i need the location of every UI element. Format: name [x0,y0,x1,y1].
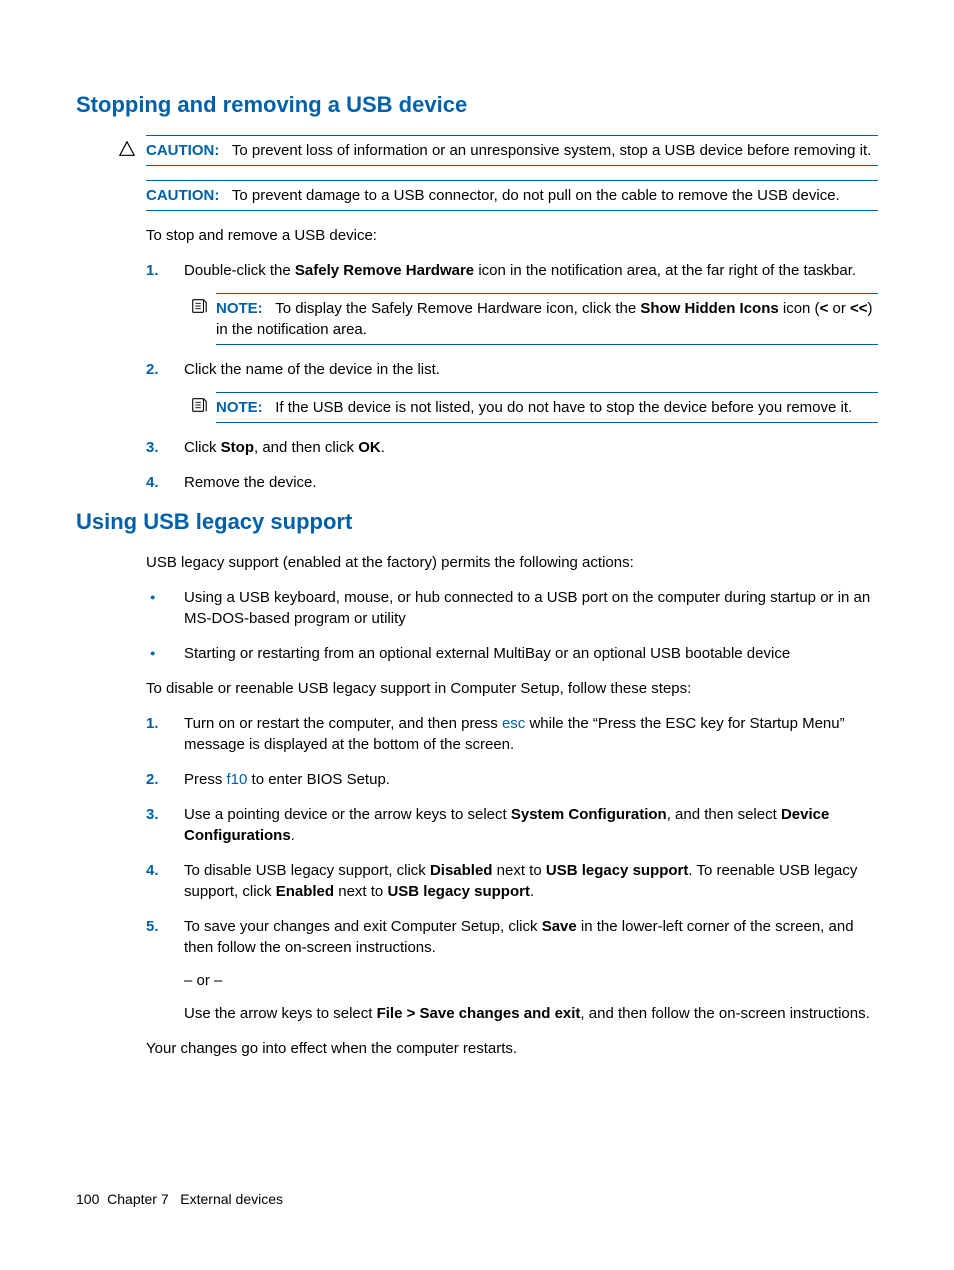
step-text: To disable USB legacy support, click Dis… [184,862,857,900]
list-item: 1. Turn on or restart the computer, and … [146,713,878,755]
paragraph: USB legacy support (enabled at the facto… [146,552,878,573]
keycap-f10: f10 [227,771,248,788]
page-footer: 100 Chapter 7 External devices [76,1190,283,1210]
note-text: To display the Safely Remove Hardware ic… [216,300,873,338]
item-number: 4. [146,472,159,493]
step-text: Use a pointing device or the arrow keys … [184,806,829,844]
caution-callout: CAUTION: To prevent loss of information … [146,135,878,166]
item-number: 2. [146,359,159,380]
chapter-label: Chapter 7 External devices [107,1191,283,1207]
item-number: 2. [146,769,159,790]
list-item: 4. Remove the device. [146,472,878,493]
step-text: Click the name of the device in the list… [184,361,440,378]
item-number: 1. [146,260,159,281]
item-number: 4. [146,860,159,881]
note-label: NOTE: [216,300,263,317]
step-text: To save your changes and exit Computer S… [184,918,854,956]
note-callout: NOTE: If the USB device is not listed, y… [216,392,878,423]
list-item: 4. To disable USB legacy support, click … [146,860,878,902]
step-text: Double-click the Safely Remove Hardware … [184,262,856,279]
or-separator: – or – [184,970,878,991]
paragraph: Your changes go into effect when the com… [146,1038,878,1059]
unordered-list: Using a USB keyboard, mouse, or hub conn… [146,587,878,664]
caution-callout: CAUTION: To prevent damage to a USB conn… [146,180,878,211]
ordered-list: 1. Turn on or restart the computer, and … [146,713,878,1024]
bullet-text: Starting or restarting from an optional … [184,645,790,662]
caution-label: CAUTION: [146,187,219,204]
step-text: Press f10 to enter BIOS Setup. [184,771,390,788]
section-heading-stopping-usb: Stopping and removing a USB device [76,90,878,121]
note-callout: NOTE: To display the Safely Remove Hardw… [216,293,878,345]
step-text: Remove the device. [184,474,317,491]
list-item: 3. Click Stop, and then click OK. [146,437,878,458]
list-item: 3. Use a pointing device or the arrow ke… [146,804,878,846]
note-icon [190,297,210,317]
caution-text: To prevent loss of information or an unr… [232,142,871,159]
caution-icon [118,140,138,160]
list-item: 1. Double-click the Safely Remove Hardwa… [146,260,878,345]
ordered-list: 1. Double-click the Safely Remove Hardwa… [146,260,878,493]
note-icon [190,396,210,416]
list-item: 2. Press f10 to enter BIOS Setup. [146,769,878,790]
note-label: NOTE: [216,399,263,416]
paragraph: To stop and remove a USB device: [146,225,878,246]
list-item: Starting or restarting from an optional … [146,643,878,664]
item-number: 5. [146,916,159,937]
list-item: 5. To save your changes and exit Compute… [146,916,878,1024]
step-text: Click Stop, and then click OK. [184,439,385,456]
caution-label: CAUTION: [146,142,219,159]
list-item: Using a USB keyboard, mouse, or hub conn… [146,587,878,629]
note-text: If the USB device is not listed, you do … [275,399,852,416]
item-number: 3. [146,804,159,825]
alt-instruction: Use the arrow keys to select File > Save… [184,1003,878,1024]
section-heading-usb-legacy: Using USB legacy support [76,507,878,538]
step-text: Turn on or restart the computer, and the… [184,715,845,753]
item-number: 1. [146,713,159,734]
document-page: Stopping and removing a USB device CAUTI… [0,0,954,1270]
page-number: 100 [76,1191,99,1207]
paragraph: To disable or reenable USB legacy suppor… [146,678,878,699]
item-number: 3. [146,437,159,458]
list-item: 2. Click the name of the device in the l… [146,359,878,423]
bullet-text: Using a USB keyboard, mouse, or hub conn… [184,589,870,627]
caution-text: To prevent damage to a USB connector, do… [232,187,840,204]
keycap-esc: esc [502,715,525,732]
